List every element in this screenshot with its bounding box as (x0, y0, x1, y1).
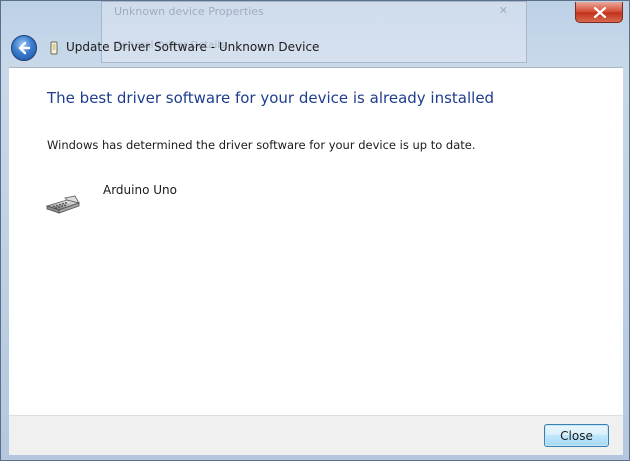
dialog-content: The best driver software for your device… (9, 67, 623, 416)
status-heading: The best driver software for your device… (47, 89, 495, 107)
window-close-button[interactable] (575, 2, 623, 23)
window-title: Update Driver Software - Unknown Device (66, 40, 320, 54)
back-arrow-icon (18, 41, 31, 55)
status-description: Windows has determined the driver softwa… (47, 138, 476, 152)
background-close-icon: ✕ (498, 4, 508, 17)
close-icon (593, 7, 607, 18)
title-bar: Update Driver Software - Unknown Device (9, 29, 623, 67)
background-window-title: Unknown device Properties (114, 5, 264, 18)
device-manager-icon (50, 41, 58, 55)
dialog-window-frame: Unknown device Properties ✕ General Driv… (0, 0, 630, 461)
close-button[interactable]: Close (544, 424, 609, 447)
back-button[interactable] (11, 35, 37, 61)
usb-serial-connector-icon (45, 195, 81, 214)
device-name: Arduino Uno (103, 183, 177, 197)
dialog-footer: Close (9, 415, 623, 455)
